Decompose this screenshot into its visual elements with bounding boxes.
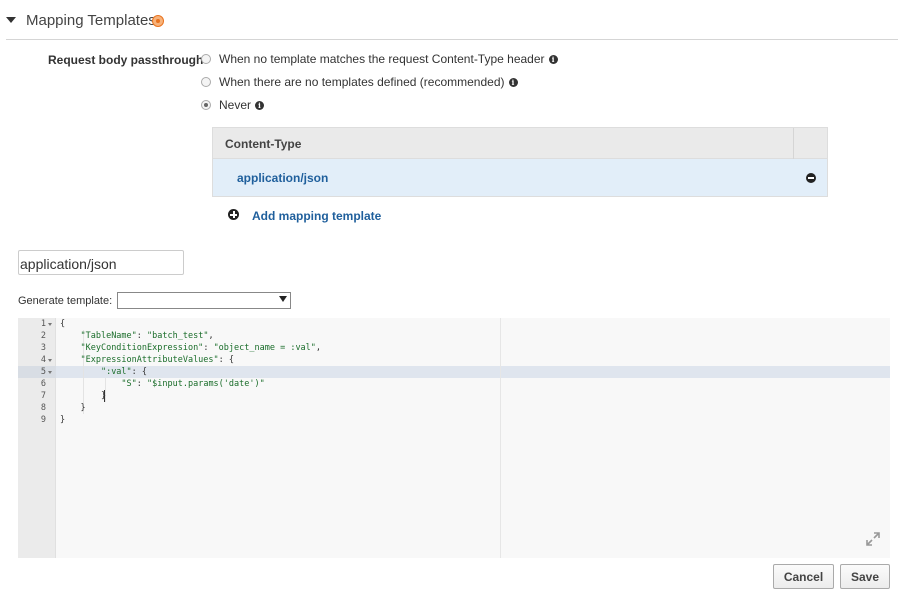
cancel-button[interactable]: Cancel	[773, 564, 834, 589]
line-number: 2	[40, 331, 46, 341]
info-icon[interactable]: i	[548, 54, 558, 64]
print-margin	[500, 318, 501, 558]
info-icon[interactable]: i	[255, 100, 265, 110]
option-label: When there are no templates defined (rec…	[219, 75, 505, 89]
active-line-highlight	[56, 366, 890, 378]
radio-button[interactable]	[201, 54, 211, 64]
passthrough-option-no-templates[interactable]: When there are no templates defined (rec…	[201, 74, 518, 90]
template-code-editor[interactable]: 1 2 3 4 5 6 7 8 9 { "TableName": "batch_…	[18, 318, 890, 558]
code-line: "TableName": "batch_test",	[80, 331, 214, 341]
fold-toggle-icon[interactable]	[48, 371, 52, 374]
code-line: ":val": {	[100, 367, 148, 377]
add-mapping-template-link[interactable]: Add mapping template	[252, 209, 381, 223]
generate-template-select[interactable]	[117, 292, 291, 309]
column-separator	[793, 128, 794, 159]
table-row[interactable]: application/json	[213, 159, 827, 196]
line-number: 6	[40, 379, 46, 389]
radio-button-selected[interactable]	[201, 100, 211, 110]
line-number: 7	[40, 391, 46, 401]
code-line: }	[60, 415, 66, 425]
option-label: Never	[219, 98, 252, 112]
content-type-input[interactable]	[18, 250, 184, 275]
text-cursor	[104, 390, 105, 402]
passthrough-option-never[interactable]: Never i	[201, 97, 265, 113]
line-number: 9	[40, 415, 46, 425]
passthrough-option-when-no-match[interactable]: When no template matches the request Con…	[201, 51, 558, 67]
dropdown-arrow-icon[interactable]	[279, 296, 287, 302]
column-header-content-type: Content-Type	[225, 137, 302, 151]
save-button[interactable]: Save	[840, 564, 890, 589]
code-line: "ExpressionAttributeValues": {	[80, 355, 235, 365]
code-line: "S": "$input.params('date')"	[121, 379, 265, 389]
code-line: }	[60, 390, 106, 402]
line-number: 5	[40, 367, 46, 377]
generate-template-label: Generate template:	[18, 295, 113, 307]
table-header: Content-Type	[213, 128, 827, 159]
content-type-link[interactable]: application/json	[237, 171, 328, 185]
line-number: 3	[40, 343, 46, 353]
section-divider	[6, 39, 898, 40]
code-line: {	[60, 319, 66, 329]
fold-toggle-icon[interactable]	[48, 359, 52, 362]
add-icon[interactable]	[228, 209, 239, 220]
option-label: When no template matches the request Con…	[219, 52, 545, 66]
section-title[interactable]: Mapping Templates	[26, 12, 156, 29]
code-line: "KeyConditionExpression": "object_name =…	[80, 343, 322, 353]
radio-button[interactable]	[201, 77, 211, 87]
remove-icon[interactable]	[806, 173, 816, 183]
passthrough-label: Request body passthrough	[48, 53, 204, 67]
expand-icon[interactable]	[865, 531, 881, 547]
line-number: 1	[40, 319, 46, 329]
fold-toggle-icon[interactable]	[48, 323, 52, 326]
info-icon[interactable]: i	[508, 77, 518, 87]
collapse-caret-icon[interactable]	[6, 17, 16, 23]
line-number: 8	[40, 403, 46, 413]
status-indicator-icon	[152, 15, 164, 27]
code-line: }	[80, 403, 86, 413]
content-type-table: Content-Type application/json	[212, 127, 828, 197]
line-number: 4	[40, 355, 46, 365]
